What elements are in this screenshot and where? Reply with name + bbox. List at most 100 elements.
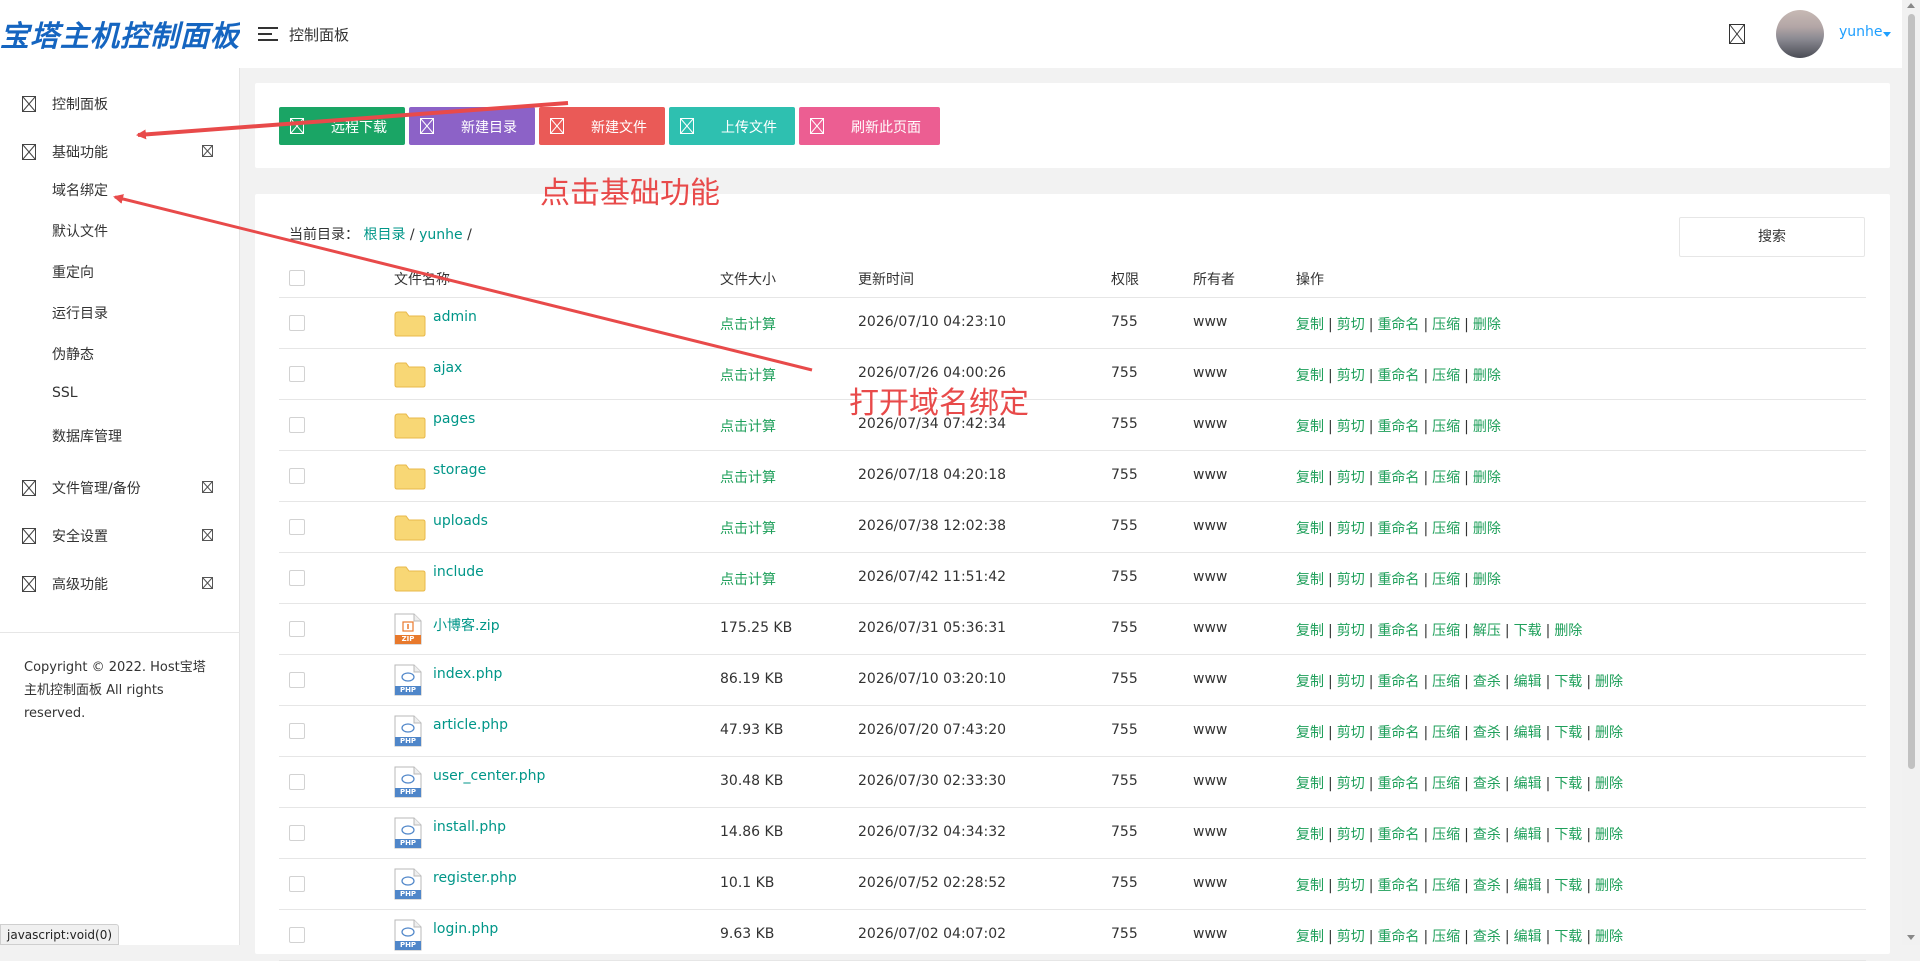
row-checkbox[interactable] [289,468,305,484]
row-action-link[interactable]: 压缩 [1432,419,1460,435]
chevron-down-icon[interactable] [1883,32,1891,37]
row-action-link[interactable]: 剪切 [1337,878,1365,894]
user-menu[interactable]: yunhe [1839,24,1883,40]
file-name-link[interactable]: storage [433,462,486,478]
calculate-size-link[interactable]: 点击计算 [720,569,776,589]
sidebar-subitem-domain-binding[interactable]: 域名绑定 [52,180,108,200]
avatar[interactable] [1776,10,1824,58]
scroll-up-arrow-icon[interactable] [1907,3,1915,8]
row-action-link[interactable]: 重命名 [1377,368,1419,384]
row-action-link[interactable]: 编辑 [1514,725,1542,741]
menu-toggle-icon[interactable] [258,26,278,46]
row-action-link[interactable]: 查杀 [1473,776,1501,792]
row-action-link[interactable]: 删除 [1473,317,1501,333]
row-action-link[interactable]: 压缩 [1432,929,1460,945]
row-checkbox[interactable] [289,774,305,790]
table-row[interactable]: PHP register.php 10.1 KB 2026/07/52 02:28:5… [279,858,1866,910]
calculate-size-link[interactable]: 点击计算 [720,467,776,487]
row-action-link[interactable]: 剪切 [1337,521,1365,537]
breadcrumb-root[interactable]: 根目录 [363,227,405,243]
row-action-link[interactable]: 压缩 [1432,572,1460,588]
row-action-link[interactable]: 下载 [1554,878,1582,894]
row-action-link[interactable]: 剪切 [1337,674,1365,690]
row-action-link[interactable]: 复制 [1296,725,1324,741]
table-row[interactable]: ZIP 小博客.zip 175.25 KB 2026/07/31 05:36:31 75… [279,603,1866,655]
row-action-link[interactable]: 编辑 [1514,929,1542,945]
row-action-link[interactable]: 重命名 [1377,317,1419,333]
row-action-link[interactable]: 剪切 [1337,827,1365,843]
row-action-link[interactable]: 重命名 [1377,776,1419,792]
row-action-link[interactable]: 删除 [1595,827,1623,843]
row-checkbox[interactable] [289,927,305,943]
row-action-link[interactable]: 查杀 [1473,827,1501,843]
row-action-link[interactable]: 删除 [1473,419,1501,435]
file-name-link[interactable]: index.php [433,666,502,682]
sidebar-item-security[interactable]: 安全设置 [0,520,240,550]
row-action-link[interactable]: 压缩 [1432,521,1460,537]
table-row[interactable]: PHP index.php 86.19 KB 2026/07/10 03:20:10 7… [279,654,1866,706]
new-folder-button[interactable]: 新建目录 [409,107,535,145]
row-action-link[interactable]: 重命名 [1377,521,1419,537]
file-name-link[interactable]: pages [433,411,475,427]
row-action-link[interactable]: 压缩 [1432,470,1460,486]
row-action-link[interactable]: 重命名 [1377,878,1419,894]
sidebar-subitem-run-directory[interactable]: 运行目录 [52,303,108,323]
row-action-link[interactable]: 重命名 [1377,623,1419,639]
row-action-link[interactable]: 下载 [1554,827,1582,843]
row-action-link[interactable]: 编辑 [1514,776,1542,792]
row-action-link[interactable]: 复制 [1296,572,1324,588]
row-action-link[interactable]: 压缩 [1432,725,1460,741]
row-action-link[interactable]: 删除 [1595,725,1623,741]
row-action-link[interactable]: 查杀 [1473,878,1501,894]
file-name-link[interactable]: user_center.php [433,768,545,784]
row-action-link[interactable]: 剪切 [1337,470,1365,486]
row-action-link[interactable]: 删除 [1554,623,1582,639]
file-name-link[interactable]: uploads [433,513,488,529]
sidebar-item-dashboard[interactable]: 控制面板 [0,88,240,118]
row-action-link[interactable]: 复制 [1296,521,1324,537]
row-action-link[interactable]: 复制 [1296,470,1324,486]
file-name-link[interactable]: ajax [433,360,462,376]
table-row[interactable]: pages 点击计算 2026/07/34 07:42:34 755 www 复制 | 剪切 |… [279,399,1866,451]
table-row[interactable]: ajax 点击计算 2026/07/26 04:00:26 755 www 复制 | 剪切 | 重… [279,348,1866,400]
select-all-checkbox[interactable] [289,270,305,286]
row-action-link[interactable]: 下载 [1554,929,1582,945]
row-action-link[interactable]: 删除 [1595,674,1623,690]
row-checkbox[interactable] [289,876,305,892]
calculate-size-link[interactable]: 点击计算 [720,314,776,334]
table-row[interactable]: admin 点击计算 2026/07/10 04:23:10 755 www 复制 | 剪切 |… [279,297,1866,349]
row-action-link[interactable]: 删除 [1473,572,1501,588]
table-row[interactable]: uploads 点击计算 2026/07/38 12:02:38 755 www 复制 | 剪… [279,501,1866,553]
notification-icon[interactable] [1729,24,1745,48]
row-action-link[interactable]: 复制 [1296,929,1324,945]
row-action-link[interactable]: 压缩 [1432,827,1460,843]
row-action-link[interactable]: 复制 [1296,776,1324,792]
row-action-link[interactable]: 剪切 [1337,368,1365,384]
row-action-link[interactable]: 复制 [1296,674,1324,690]
sidebar-item-advanced[interactable]: 高级功能 [0,568,240,598]
row-action-link[interactable]: 查杀 [1473,725,1501,741]
scrollbar-thumb[interactable] [1908,14,1915,769]
row-action-link[interactable]: 剪切 [1337,776,1365,792]
row-action-link[interactable]: 下载 [1554,725,1582,741]
row-action-link[interactable]: 压缩 [1432,368,1460,384]
row-action-link[interactable]: 删除 [1595,776,1623,792]
row-checkbox[interactable] [289,315,305,331]
new-file-button[interactable]: 新建文件 [539,107,665,145]
row-action-link[interactable]: 下载 [1554,674,1582,690]
row-checkbox[interactable] [289,570,305,586]
sidebar-subitem-database[interactable]: 数据库管理 [52,426,122,446]
row-action-link[interactable]: 压缩 [1432,623,1460,639]
sidebar-item-file-backup[interactable]: 文件管理/备份 [0,472,240,502]
row-action-link[interactable]: 查杀 [1473,929,1501,945]
sidebar-item-basic-functions[interactable]: 基础功能 [0,136,240,166]
calculate-size-link[interactable]: 点击计算 [720,365,776,385]
page-scrollbar[interactable] [1902,0,1920,945]
file-name-link[interactable]: article.php [433,717,508,733]
calculate-size-link[interactable]: 点击计算 [720,518,776,538]
search-button[interactable]: 搜索 [1679,217,1865,257]
row-action-link[interactable]: 剪切 [1337,623,1365,639]
table-row[interactable]: PHP user_center.php 30.48 KB 2026/07/30 02:… [279,756,1866,808]
row-action-link[interactable]: 复制 [1296,317,1324,333]
row-checkbox[interactable] [289,417,305,433]
